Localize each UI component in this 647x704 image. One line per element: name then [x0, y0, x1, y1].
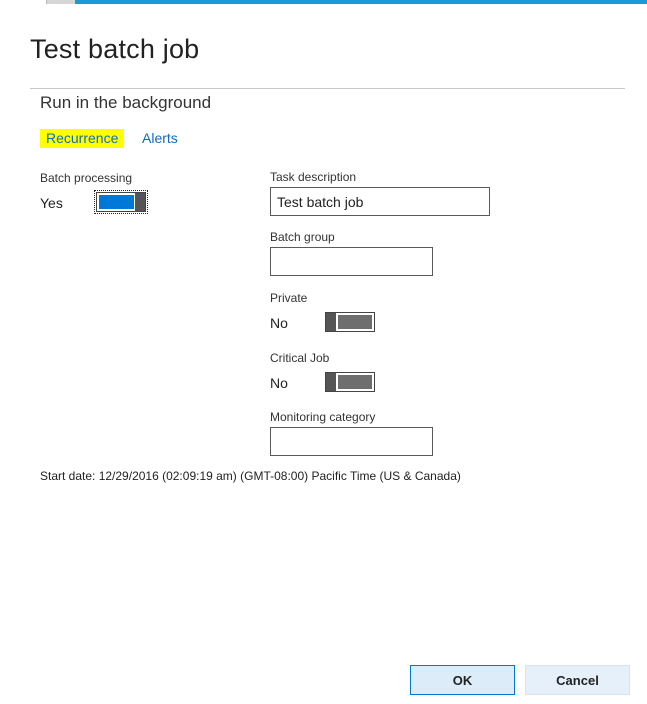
- cancel-button[interactable]: Cancel: [525, 665, 630, 695]
- dialog-title: Test batch job: [30, 34, 200, 64]
- section-heading: Run in the background: [40, 93, 212, 112]
- batch-group-label: Batch group: [270, 230, 335, 244]
- task-description-label: Task description: [270, 170, 357, 184]
- tab-recurrence[interactable]: Recurrence: [40, 129, 125, 148]
- toggle-thumb: [135, 193, 145, 211]
- toggle-track: [338, 375, 372, 389]
- start-date-text: Start date: 12/29/2016 (02:09:19 am) (GM…: [40, 469, 461, 483]
- monitoring-category-label: Monitoring category: [270, 410, 376, 424]
- private-value: No: [270, 315, 288, 331]
- title-divider: [30, 88, 625, 89]
- top-strip-segment: [0, 0, 47, 4]
- batch-processing-value: Yes: [40, 195, 63, 211]
- toggle-thumb: [326, 313, 336, 331]
- task-description-input[interactable]: [270, 187, 490, 216]
- toggle-thumb: [326, 373, 336, 391]
- batch-group-input[interactable]: [270, 247, 433, 276]
- ok-button[interactable]: OK: [410, 665, 515, 695]
- batch-processing-toggle[interactable]: [94, 190, 148, 214]
- batch-job-dialog: Test batch job Run in the background Rec…: [0, 0, 647, 704]
- critical-job-value: No: [270, 375, 288, 391]
- batch-processing-label: Batch processing: [40, 171, 133, 185]
- private-label: Private: [270, 291, 308, 305]
- private-toggle[interactable]: [325, 312, 375, 332]
- tab-alerts[interactable]: Alerts: [136, 129, 184, 148]
- toggle-track: [99, 195, 134, 209]
- monitoring-category-input[interactable]: [270, 427, 433, 456]
- critical-job-toggle[interactable]: [325, 372, 375, 392]
- critical-job-label: Critical Job: [270, 351, 330, 365]
- top-accent-strip: [0, 0, 647, 4]
- toggle-track: [338, 315, 372, 329]
- top-strip-segment: [47, 0, 75, 4]
